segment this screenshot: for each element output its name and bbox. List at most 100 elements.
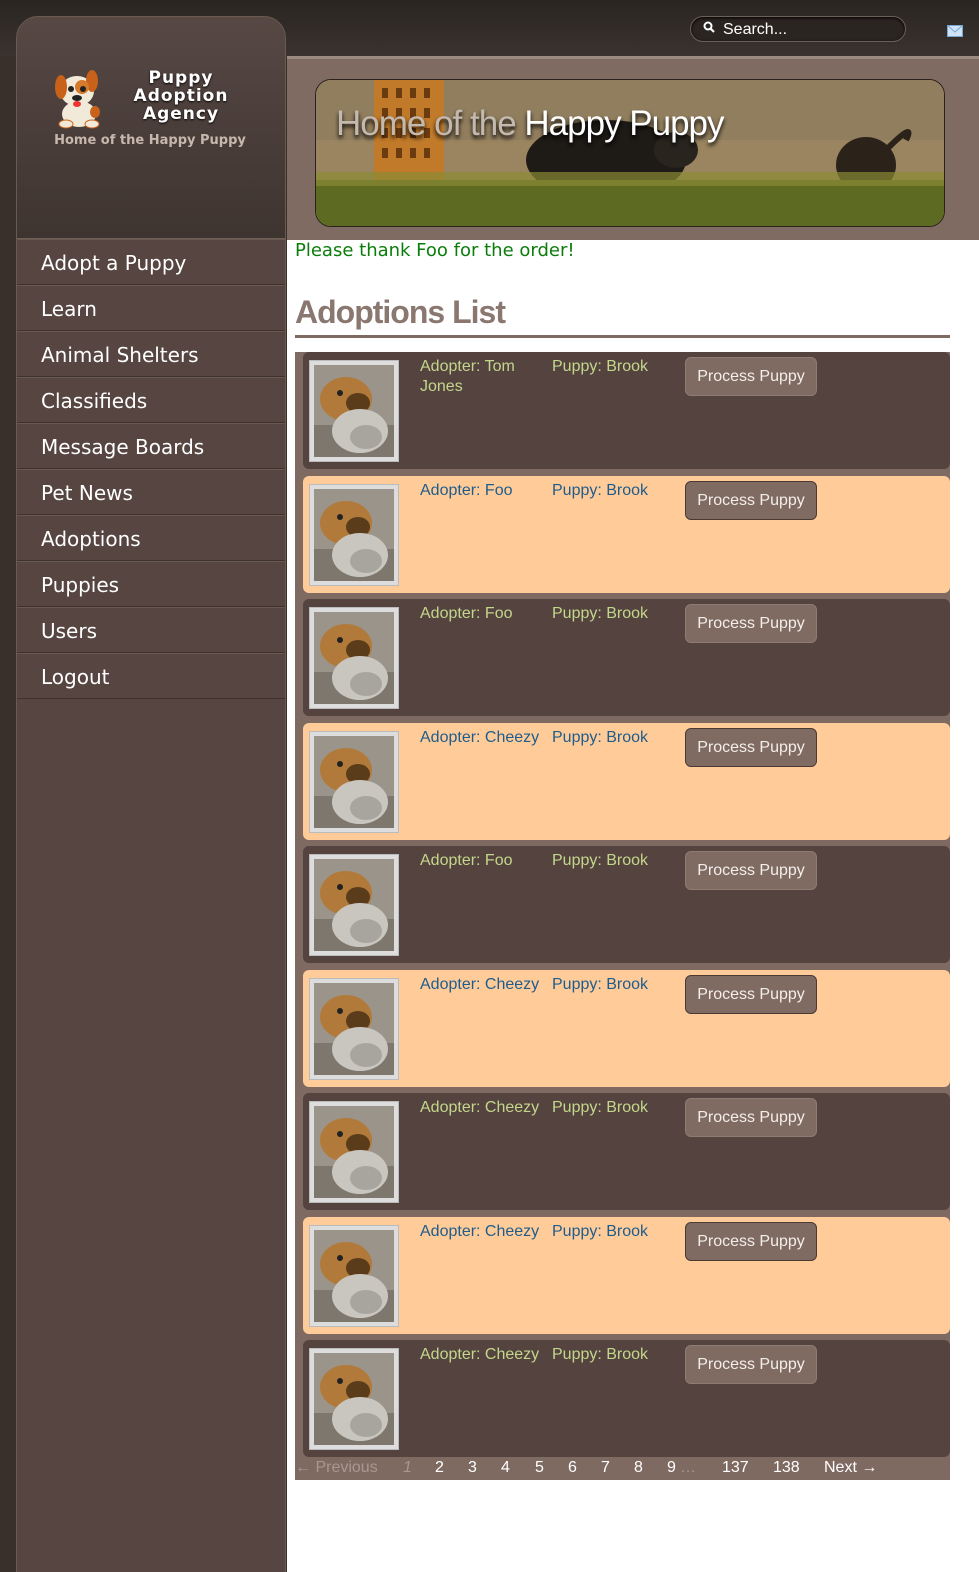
search-input[interactable] xyxy=(723,20,893,40)
banner-title-part2: Happy Puppy xyxy=(524,104,724,143)
title-divider xyxy=(295,335,950,338)
puppy-name: Puppy: Brook xyxy=(552,976,649,993)
process-puppy-button[interactable]: Process Puppy xyxy=(685,1098,817,1137)
puppy-photo-image xyxy=(314,612,394,704)
pagination: ← Previous 1 2 3 4 5 6 7 8 9 … 137 138 N… xyxy=(295,1457,950,1480)
page-link-4[interactable]: 4 xyxy=(501,1459,510,1477)
search-box[interactable] xyxy=(690,16,906,42)
current-page: 1 xyxy=(403,1459,412,1476)
nav-item-animal-shelters[interactable]: Animal Shelters xyxy=(17,331,285,377)
main-content: Please thank Foo for the order! Adoption… xyxy=(287,240,979,1572)
adopter-name: Adopter: Cheezy xyxy=(420,1099,540,1116)
puppy-photo xyxy=(309,360,399,462)
puppy-name: Puppy: Brook xyxy=(552,1346,649,1363)
adopter-name: Adopter: Foo xyxy=(420,482,513,499)
nav-item-puppies[interactable]: Puppies xyxy=(17,561,285,607)
search-icon xyxy=(703,21,715,33)
nav-item-adopt-a-puppy[interactable]: Adopt a Puppy xyxy=(17,239,285,285)
puppy-photo-image xyxy=(314,736,394,828)
puppy-photo xyxy=(309,978,399,1080)
page-link-6[interactable]: 6 xyxy=(568,1459,577,1477)
main-nav: Adopt a Puppy Learn Animal Shelters Clas… xyxy=(17,239,285,699)
brand-name-line: Puppy xyxy=(148,68,214,88)
nav-item-pet-news[interactable]: Pet News xyxy=(17,469,285,515)
adopter-name: Adopter: Cheezy xyxy=(420,729,540,746)
adoption-row: Adopter: Cheezy Puppy: Brook Process Puppy xyxy=(303,1217,950,1334)
adopter-name: Adopter: Cheezy xyxy=(420,976,540,993)
header: Home of the Happy Puppy xyxy=(287,56,979,240)
page-link-7[interactable]: 7 xyxy=(601,1459,610,1477)
next-page-link[interactable]: Next → xyxy=(824,1459,877,1477)
banner-title-part1: Home of the xyxy=(336,104,525,143)
puppy-photo-image xyxy=(314,983,394,1075)
puppy-photo-image xyxy=(314,1230,394,1322)
process-puppy-button[interactable]: Process Puppy xyxy=(685,728,817,767)
brand-name: Puppy Adoption Agency xyxy=(121,69,241,123)
nav-item-classifieds[interactable]: Classifieds xyxy=(17,377,285,423)
puppy-name: Puppy: Brook xyxy=(552,852,649,869)
puppy-name: Puppy: Brook xyxy=(552,482,649,499)
puppy-photo xyxy=(309,1225,399,1327)
page-link-8[interactable]: 8 xyxy=(634,1459,643,1477)
process-puppy-button[interactable]: Process Puppy xyxy=(685,975,817,1014)
page-link-9[interactable]: 9 xyxy=(667,1459,676,1477)
mail-icon[interactable] xyxy=(947,25,963,37)
adoption-row: Adopter: Foo Puppy: Brook Process Puppy xyxy=(303,846,950,963)
process-puppy-button[interactable]: Process Puppy xyxy=(685,851,817,890)
process-puppy-button[interactable]: Process Puppy xyxy=(685,1222,817,1261)
puppy-photo xyxy=(309,484,399,586)
puppy-name: Puppy: Brook xyxy=(552,1223,649,1240)
process-puppy-button[interactable]: Process Puppy xyxy=(685,357,817,396)
adopter-name: Adopter: Cheezy xyxy=(420,1346,540,1363)
puppy-photo xyxy=(309,1101,399,1203)
puppy-logo-icon[interactable] xyxy=(49,67,107,131)
adopter-name: Adopter: Foo xyxy=(420,852,513,869)
puppy-photo-image xyxy=(314,365,394,457)
adopter-name: Adopter: Foo xyxy=(420,605,513,622)
brand-name-line: Agency xyxy=(142,104,220,124)
page-link-3[interactable]: 3 xyxy=(468,1459,477,1477)
brand-name-line: Adoption xyxy=(133,86,229,106)
banner-photo xyxy=(316,80,944,226)
nav-item-users[interactable]: Users xyxy=(17,607,285,653)
puppy-photo-image xyxy=(314,489,394,581)
flash-message: Please thank Foo for the order! xyxy=(295,240,575,261)
puppy-name: Puppy: Brook xyxy=(552,729,649,746)
puppy-photo xyxy=(309,854,399,956)
adoption-row: Adopter: Foo Puppy: Brook Process Puppy xyxy=(303,599,950,716)
puppy-photo-image xyxy=(314,1106,394,1198)
page-link-2[interactable]: 2 xyxy=(435,1459,444,1477)
nav-item-adoptions[interactable]: Adoptions xyxy=(17,515,285,561)
brand-tagline: Home of the Happy Puppy xyxy=(54,133,246,148)
pagination-ellipsis: … xyxy=(680,1459,696,1476)
puppy-name: Puppy: Brook xyxy=(552,358,649,375)
page-link-5[interactable]: 5 xyxy=(535,1459,544,1477)
header-banner: Home of the Happy Puppy xyxy=(315,79,945,227)
adoption-row: Adopter: Cheezy Puppy: Brook Process Puppy xyxy=(303,1093,950,1210)
puppy-photo xyxy=(309,1348,399,1450)
nav-item-logout[interactable]: Logout xyxy=(17,653,285,699)
brand: Puppy Adoption Agency Home of the Happy … xyxy=(17,17,285,239)
puppy-photo-image xyxy=(314,859,394,951)
puppy-photo xyxy=(309,731,399,833)
process-puppy-button[interactable]: Process Puppy xyxy=(685,481,817,520)
puppy-name: Puppy: Brook xyxy=(552,605,649,622)
page-link-137[interactable]: 137 xyxy=(722,1459,749,1477)
nav-item-message-boards[interactable]: Message Boards xyxy=(17,423,285,469)
puppy-name: Puppy: Brook xyxy=(552,1099,649,1116)
adoption-row: Adopter: Cheezy Puppy: Brook Process Puppy xyxy=(303,970,950,1087)
adoption-row: Adopter: Cheezy Puppy: Brook Process Puppy xyxy=(303,1340,950,1457)
process-puppy-button[interactable]: Process Puppy xyxy=(685,1345,817,1384)
nav-item-learn[interactable]: Learn xyxy=(17,285,285,331)
sidebar: Puppy Adoption Agency Home of the Happy … xyxy=(16,16,286,1572)
adoption-row: Adopter: Foo Puppy: Brook Process Puppy xyxy=(303,476,950,593)
puppy-photo xyxy=(309,607,399,709)
adopter-name: Adopter: Cheezy xyxy=(420,1223,540,1240)
previous-page-link: ← Previous xyxy=(295,1459,378,1476)
process-puppy-button[interactable]: Process Puppy xyxy=(685,604,817,643)
adoption-row: Adopter: Tom Jones Puppy: Brook Process Pu… xyxy=(303,352,950,469)
adopter-name: Adopter: Tom Jones xyxy=(420,358,515,395)
puppy-photo-image xyxy=(314,1353,394,1445)
page-title: Adoptions List xyxy=(295,294,506,330)
page-link-138[interactable]: 138 xyxy=(773,1459,800,1477)
